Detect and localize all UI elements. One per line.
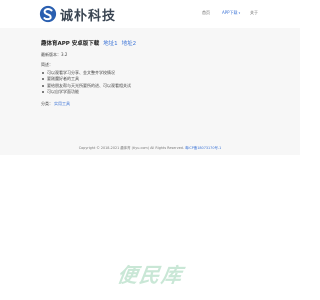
download-link-2[interactable]: 地址2 (122, 41, 137, 47)
app-version: 最新版本：3.2 (41, 52, 68, 57)
nav-about[interactable]: 关于 (250, 10, 258, 16)
copyright-text: Copyright © 2018-2021 趣体育 (tiyu.com) All… (78, 146, 185, 150)
download-link-1[interactable]: 地址1 (103, 41, 118, 47)
site-header: 诚朴科技 首页 APP下载▾ 关于 (0, 0, 300, 28)
nav-home[interactable]: 首页 (202, 10, 210, 16)
chevron-down-icon: ▾ (238, 11, 241, 15)
app-detail: 趣体育APP 安卓版下载 地址1 地址2 最新版本：3.2 简述： 可以观看学习… (41, 41, 261, 107)
app-category: 分类：实用工具 (41, 101, 261, 107)
feature-text: 要给朋友帮与天光所要所的进、可以观看相关试 (47, 82, 131, 88)
app-title: 趣体育APP 安卓版下载 (41, 41, 100, 47)
feature-text: 可以自学学面功能 (47, 88, 79, 94)
app-title-row: 趣体育APP 安卓版下载 地址1 地址2 (41, 41, 261, 48)
app-intro-label: 简述： (41, 62, 53, 67)
feature-text: 要刚魔好者的工具 (47, 76, 79, 82)
feature-item: 可以自学学面功能 (41, 89, 261, 95)
feature-text: 可以观看学习分享、金文整齐学校情况 (47, 70, 115, 75)
nav-app-download[interactable]: APP下载▾ (222, 10, 240, 16)
category-link[interactable]: 实用工具 (54, 101, 70, 106)
feature-list: 可以观看学习分享、金文整齐学校情况 要刚魔好者的工具 要给朋友帮与天光所要所的进… (41, 70, 261, 95)
main-nav: 首页 APP下载▾ 关于 (0, 10, 300, 20)
category-label: 分类： (41, 101, 53, 107)
dot-icon (42, 91, 44, 94)
dot-icon (42, 72, 44, 75)
watermark-logo: 便民库 (115, 263, 186, 287)
icp-link[interactable]: 粤ICP备18073170号-1 (185, 146, 221, 150)
site-footer: Copyright © 2018-2021 趣体育 (tiyu.com) All… (0, 145, 300, 150)
dot-icon (42, 78, 44, 81)
dot-icon (42, 84, 44, 87)
nav-app-label: APP下载 (222, 10, 238, 15)
